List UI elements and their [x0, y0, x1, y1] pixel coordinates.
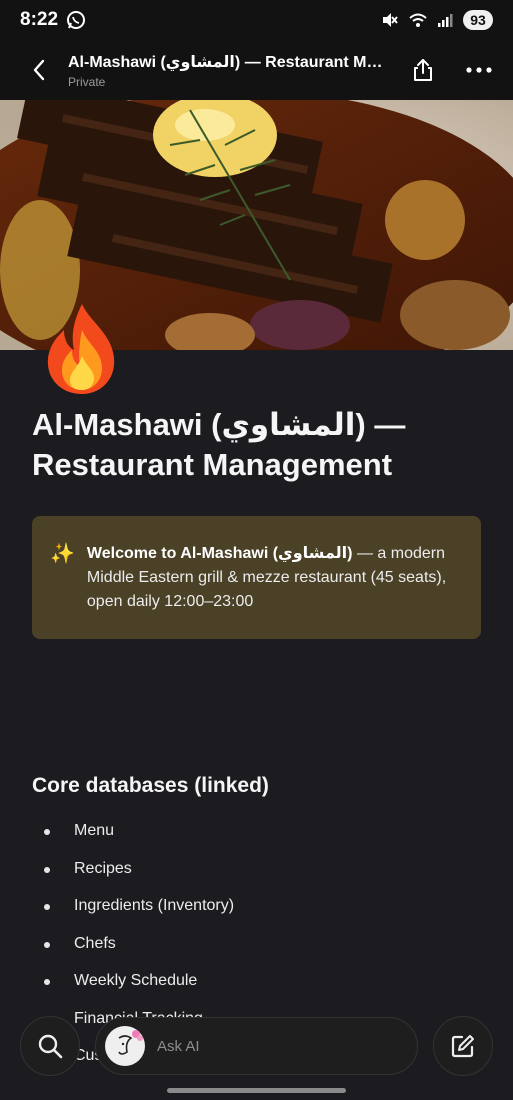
- mute-icon: [383, 13, 398, 27]
- list-item[interactable]: Weekly Schedule: [40, 972, 234, 1010]
- new-page-button[interactable]: [433, 1016, 493, 1076]
- whatsapp-icon: [67, 11, 86, 29]
- list-item[interactable]: Chefs: [40, 935, 234, 973]
- welcome-callout[interactable]: ✨ Welcome to Al-Mashawi (المشاوي) — a mo…: [32, 516, 481, 639]
- ask-ai-placeholder: Ask AI: [157, 1037, 200, 1055]
- wifi-icon: [409, 13, 427, 27]
- more-horizontal-icon: [466, 67, 492, 73]
- ai-face-icon: [118, 1030, 143, 1055]
- list-item[interactable]: Recipes: [40, 860, 234, 898]
- page-header[interactable]: Al-Mashawi (المشاوي) — Restaurant Ma... …: [68, 52, 401, 89]
- bullet-dot: [44, 904, 50, 910]
- ask-ai-input[interactable]: Ask AI: [95, 1017, 418, 1075]
- home-indicator[interactable]: [167, 1088, 346, 1093]
- fire-icon: [47, 304, 115, 394]
- status-bar: 8:22 93: [0, 0, 513, 40]
- chevron-left-icon: [33, 59, 45, 81]
- share-button[interactable]: [401, 48, 445, 92]
- list-item[interactable]: Menu: [40, 822, 234, 860]
- list-item-label: Recipes: [74, 859, 132, 877]
- top-bar: Al-Mashawi (المشاوي) — Restaurant Ma... …: [0, 40, 513, 100]
- list-item-label: Ingredients (Inventory): [74, 897, 235, 914]
- section-heading[interactable]: Core databases (linked): [32, 774, 269, 798]
- bullet-dot: [44, 979, 50, 985]
- list-item-label: Menu: [74, 822, 115, 839]
- status-time: 8:22: [20, 9, 59, 30]
- bullet-dot: [44, 941, 50, 948]
- search-icon: [38, 1034, 63, 1059]
- sparkles-icon: ✨: [50, 543, 75, 565]
- bullet-dot: [44, 829, 50, 835]
- status-left: 8:22: [20, 9, 86, 31]
- list-item-label: Chefs: [74, 934, 116, 952]
- compose-icon: [451, 1035, 474, 1058]
- status-right: 93: [381, 10, 493, 30]
- signal-icon: [438, 14, 453, 27]
- battery-indicator: 93: [463, 10, 493, 30]
- page-name: Al-Mashawi (المشاوي) — Restaurant Ma...: [68, 53, 386, 71]
- callout-text: Welcome to Al-Mashawi (المشاوي) — a mode…: [87, 542, 461, 639]
- fire-emoji-icon[interactable]: [40, 300, 124, 396]
- list-item[interactable]: Ingredients (Inventory): [40, 897, 234, 935]
- callout-bold-text: Welcome to Al-Mashawi (المشاوي): [86, 545, 353, 562]
- list-item-label: Weekly Schedule: [74, 972, 198, 989]
- more-options-button[interactable]: [457, 48, 501, 92]
- bullet-dot: [44, 866, 50, 873]
- share-icon: [414, 59, 432, 81]
- ai-avatar: [105, 1026, 145, 1066]
- search-button[interactable]: [20, 1016, 80, 1076]
- back-button[interactable]: [18, 49, 60, 91]
- visibility-label: Private: [68, 74, 106, 89]
- page-title[interactable]: Al-Mashawi (المشاوي) — Restaurant Manage…: [32, 405, 482, 485]
